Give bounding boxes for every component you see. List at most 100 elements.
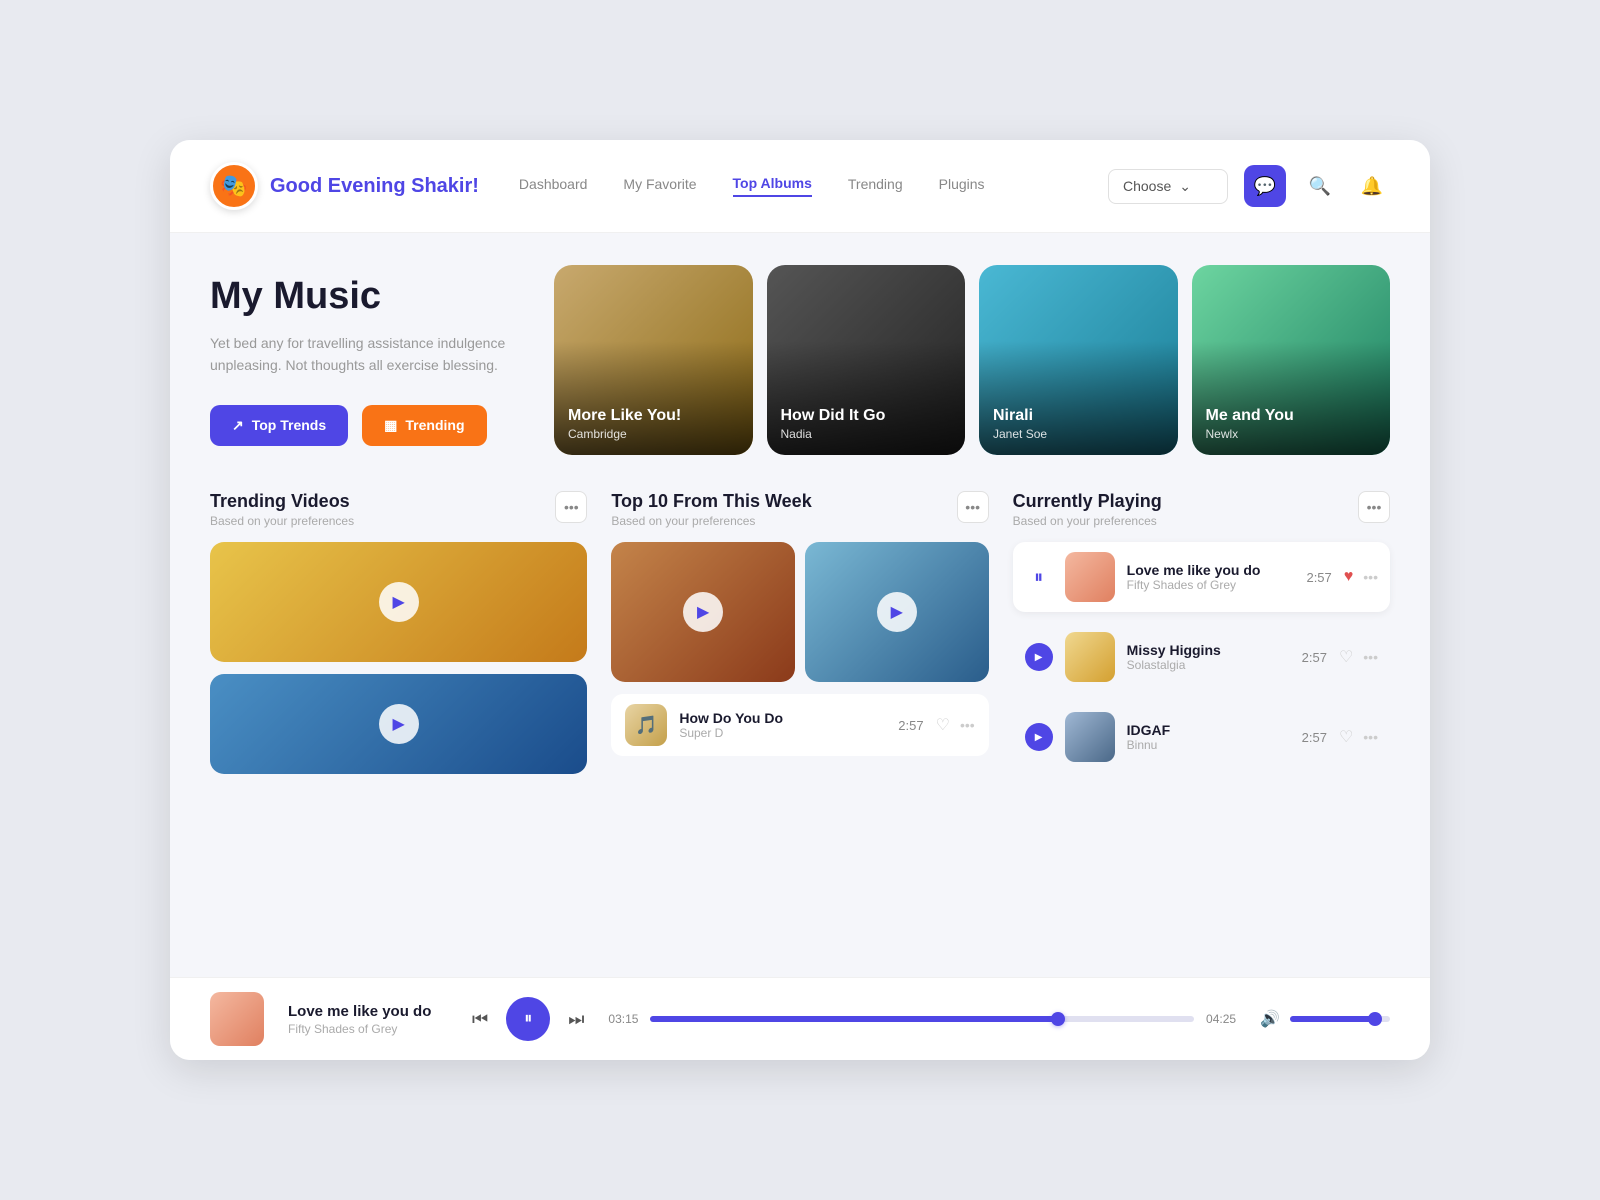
nav-my-favorite[interactable]: My Favorite	[623, 176, 696, 196]
bottom-player: Love me like you do Fifty Shades of Grey…	[170, 977, 1430, 1060]
top10-thumb[interactable]: ▶	[805, 542, 989, 682]
trending-videos-subtitle: Based on your preferences	[210, 514, 354, 528]
trending-button[interactable]: ▦ Trending	[362, 405, 486, 446]
video-grid: ▶ ▶	[210, 542, 587, 774]
player-thumbnail	[210, 992, 264, 1046]
song-duration: 2:57	[1306, 570, 1331, 585]
progress-bar[interactable]	[650, 1016, 1194, 1022]
volume-thumb	[1368, 1012, 1382, 1026]
song-name: How Do You Do	[679, 710, 886, 726]
play-button[interactable]: ▶	[1025, 723, 1053, 751]
top10-subtitle: Based on your preferences	[611, 514, 811, 528]
song-artist: Binnu	[1127, 738, 1290, 752]
play-pause-button[interactable]: ⏸	[506, 997, 550, 1041]
song-options-button[interactable]: •••	[1363, 729, 1378, 745]
player-controls: ⏮ ⏸ ⏭	[472, 997, 584, 1041]
currently-playing-title: Currently Playing	[1013, 491, 1162, 512]
top10-more-button[interactable]: •••	[957, 491, 989, 523]
trending-up-icon: ↗	[232, 417, 244, 434]
song-options-button[interactable]: •••	[960, 717, 975, 733]
song-duration: 2:57	[1302, 730, 1327, 745]
song-name: Missy Higgins	[1127, 642, 1290, 658]
header-right: Choose ⌄ 💬 🔍 🔔	[1108, 165, 1390, 207]
album-card[interactable]: Me and You Newlx	[1192, 265, 1391, 455]
trending-videos-more-button[interactable]: •••	[555, 491, 587, 523]
song-actions: ♡ •••	[1339, 647, 1378, 667]
nav-plugins[interactable]: Plugins	[939, 176, 985, 196]
top10-grid: ▶ ▶	[611, 542, 988, 682]
total-time: 04:25	[1206, 1012, 1236, 1026]
album-artist: Cambridge	[568, 427, 681, 441]
hero-title: My Music	[210, 275, 530, 318]
currently-playing-header: Currently Playing Based on your preferen…	[1013, 491, 1390, 528]
album-title: Nirali	[993, 407, 1047, 425]
prev-button[interactable]: ⏮	[472, 1009, 488, 1030]
play-button-overlay[interactable]: ▶	[683, 592, 723, 632]
like-button[interactable]: ♡	[1339, 727, 1353, 747]
album-cards: More Like You! Cambridge How Did It Go N…	[554, 265, 1390, 455]
volume-icon: 🔊	[1260, 1009, 1280, 1029]
song-options-button[interactable]: •••	[1363, 569, 1378, 585]
album-artist: Janet Soe	[993, 427, 1047, 441]
top10-section: Top 10 From This Week Based on your pref…	[611, 491, 988, 774]
video-thumbnail[interactable]: ▶	[210, 542, 587, 662]
nav-top-albums[interactable]: Top Albums	[733, 175, 812, 197]
chat-button[interactable]: 💬	[1244, 165, 1286, 207]
logo-area: 🎭 Good Evening Shakir!	[210, 162, 479, 210]
song-info: Love me like you do Fifty Shades of Grey	[1127, 562, 1295, 592]
song-info: IDGAF Binnu	[1127, 722, 1290, 752]
volume-slider[interactable]	[1290, 1016, 1390, 1022]
current-time: 03:15	[608, 1012, 638, 1026]
album-artist: Nadia	[781, 427, 886, 441]
currently-playing-more-button[interactable]: •••	[1358, 491, 1390, 523]
play-button[interactable]: ▶	[1025, 643, 1053, 671]
top-trends-button[interactable]: ↗ Top Trends	[210, 405, 348, 446]
album-card[interactable]: How Did It Go Nadia	[767, 265, 966, 455]
play-button-overlay[interactable]: ▶	[877, 592, 917, 632]
avatar: 🎭	[210, 162, 258, 210]
playing-row[interactable]: ▶ Missy Higgins Solastalgia 2:57 ♡ •••	[1013, 622, 1390, 692]
player-title: Love me like you do	[288, 1003, 448, 1020]
album-card[interactable]: Nirali Janet Soe	[979, 265, 1178, 455]
currently-playing-subtitle: Based on your preferences	[1013, 514, 1162, 528]
song-artist: Solastalgia	[1127, 658, 1290, 672]
song-thumbnail	[1065, 552, 1115, 602]
progress-area: 03:15 04:25	[608, 1012, 1236, 1026]
song-actions: ♡ •••	[936, 715, 975, 735]
chevron-down-icon: ⌄	[1179, 178, 1191, 195]
like-button[interactable]: ♥	[1344, 568, 1354, 586]
play-button-overlay[interactable]: ▶	[379, 582, 419, 622]
greeting: Good Evening Shakir!	[270, 175, 479, 198]
album-artist: Newlx	[1206, 427, 1294, 441]
song-info: Missy Higgins Solastalgia	[1127, 642, 1290, 672]
like-button[interactable]: ♡	[1339, 647, 1353, 667]
app-container: 🎭 Good Evening Shakir! Dashboard My Favo…	[170, 140, 1430, 1060]
album-card[interactable]: More Like You! Cambridge	[554, 265, 753, 455]
trending-videos-header: Trending Videos Based on your preference…	[210, 491, 587, 528]
next-button[interactable]: ⏭	[568, 1009, 584, 1030]
nav-trending[interactable]: Trending	[848, 176, 903, 196]
pause-button[interactable]: ⏸	[1025, 563, 1053, 591]
search-icon: 🔍	[1309, 176, 1331, 197]
hero-section: My Music Yet bed any for travelling assi…	[210, 265, 1390, 455]
playing-row[interactable]: ▶ IDGAF Binnu 2:57 ♡ •••	[1013, 702, 1390, 772]
search-button[interactable]: 🔍	[1302, 168, 1338, 204]
hero-text: My Music Yet bed any for travelling assi…	[210, 265, 530, 455]
song-duration: 2:57	[1302, 650, 1327, 665]
play-button-overlay[interactable]: ▶	[379, 704, 419, 744]
video-thumbnail[interactable]: ▶	[210, 674, 587, 774]
song-thumbnail: 🎵	[625, 704, 667, 746]
top10-header: Top 10 From This Week Based on your pref…	[611, 491, 988, 528]
hero-buttons: ↗ Top Trends ▦ Trending	[210, 405, 530, 446]
hero-description: Yet bed any for travelling assistance in…	[210, 332, 530, 377]
playing-row[interactable]: ⏸ Love me like you do Fifty Shades of Gr…	[1013, 542, 1390, 612]
bar-chart-icon: ▦	[384, 417, 397, 434]
song-options-button[interactable]: •••	[1363, 649, 1378, 665]
top10-thumb[interactable]: ▶	[611, 542, 795, 682]
nav-dashboard[interactable]: Dashboard	[519, 176, 588, 196]
like-button[interactable]: ♡	[936, 715, 950, 735]
bell-button[interactable]: 🔔	[1354, 168, 1390, 204]
song-actions: ♥ •••	[1344, 568, 1378, 586]
choose-dropdown[interactable]: Choose ⌄	[1108, 169, 1228, 204]
song-thumbnail	[1065, 712, 1115, 762]
